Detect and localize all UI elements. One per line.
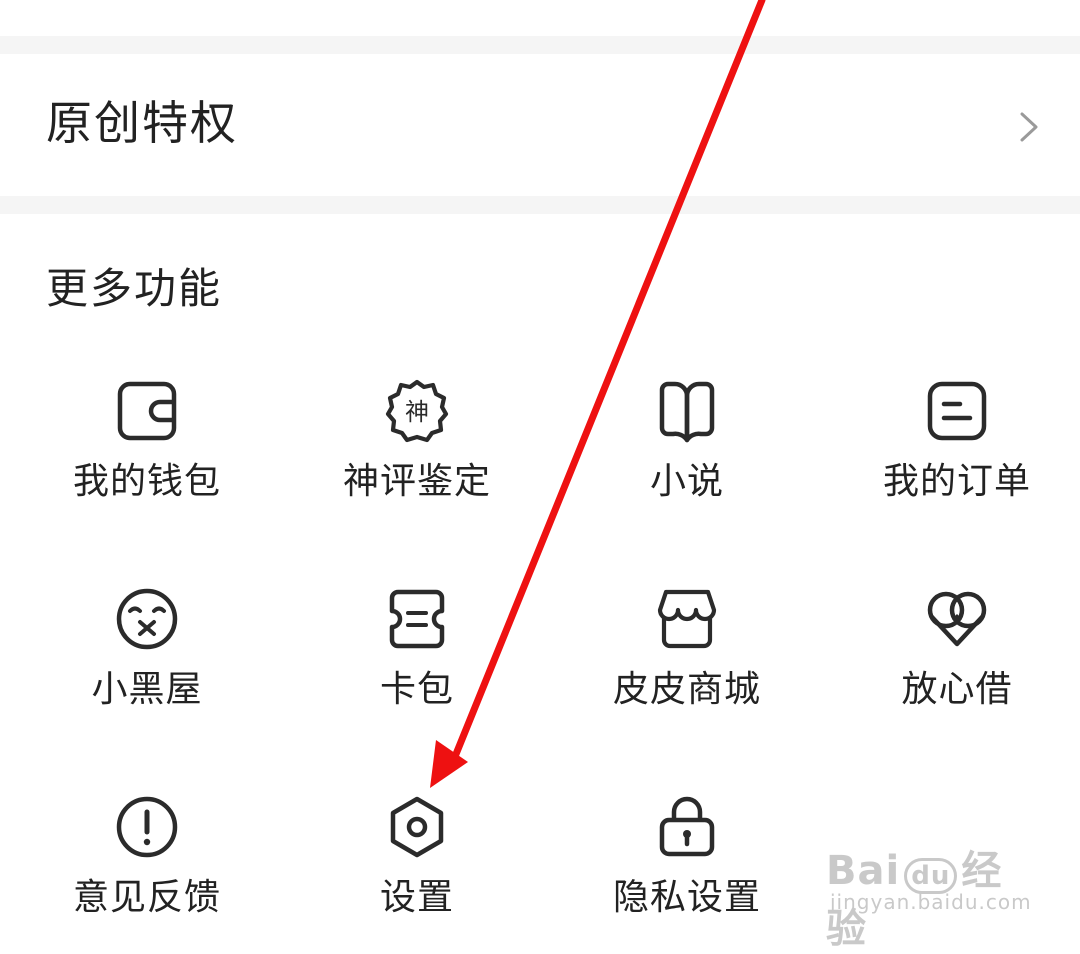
- original-privilege-title: 原创特权: [46, 96, 238, 150]
- book-icon: [659, 381, 715, 443]
- watermark-paw: du: [904, 858, 958, 894]
- exclamation-icon: [116, 796, 178, 858]
- grid-item-label: 意见反馈: [72, 877, 221, 918]
- mid-separator: [0, 196, 1080, 214]
- lock-icon: [659, 796, 715, 857]
- chevron-right-icon: [1020, 112, 1038, 142]
- ticket-icon: [389, 589, 445, 649]
- gear-icon: [390, 796, 444, 858]
- grid-item-cardpack[interactable]: 卡包: [282, 584, 552, 734]
- grid-item-orders[interactable]: 我的订单: [822, 376, 1080, 526]
- grid-item-label: 神评鉴定: [342, 461, 491, 502]
- badge-icon: 神: [385, 379, 449, 443]
- grid-item-label: 设置: [379, 877, 454, 918]
- more-features-title: 更多功能: [46, 264, 223, 313]
- grid-item-label: 隐私设置: [612, 877, 761, 918]
- grid-item-label: 我的订单: [882, 461, 1031, 502]
- order-icon: [927, 381, 987, 441]
- store-icon: [657, 589, 717, 649]
- grid-item-label: 我的钱包: [72, 461, 221, 502]
- original-privilege-row[interactable]: 原创特权: [0, 54, 1080, 196]
- grid-item-privacy[interactable]: 隐私设置: [552, 792, 822, 942]
- grid-item-shenping[interactable]: 神 神评鉴定: [282, 376, 552, 526]
- grid-item-loan[interactable]: 放心借: [822, 584, 1080, 734]
- grid-item-blackroom[interactable]: 小黑屋: [12, 584, 282, 734]
- grid-item-label: 小说: [649, 461, 724, 502]
- wallet-icon: [117, 381, 177, 441]
- svg-text:神: 神: [405, 398, 429, 426]
- grid-item-label: 皮皮商城: [612, 669, 761, 710]
- sad-face-icon: [116, 588, 178, 650]
- heart-coin-icon: [927, 591, 987, 647]
- top-separator: [0, 36, 1080, 54]
- grid-item-novel[interactable]: 小说: [552, 376, 822, 526]
- baidu-watermark: Bai du 经验 jingyan.baidu.com: [826, 820, 1031, 952]
- grid-item-pipistore[interactable]: 皮皮商城: [552, 584, 822, 734]
- grid-item-label: 卡包: [379, 669, 454, 710]
- grid-item-label: 小黑屋: [91, 669, 203, 710]
- watermark-url: jingyan.baidu.com: [830, 890, 1032, 914]
- grid-item-label: 放心借: [901, 669, 1013, 710]
- grid-item-feedback[interactable]: 意见反馈: [12, 792, 282, 942]
- grid-item-settings[interactable]: 设置: [282, 792, 552, 942]
- grid-item-wallet[interactable]: 我的钱包: [12, 376, 282, 526]
